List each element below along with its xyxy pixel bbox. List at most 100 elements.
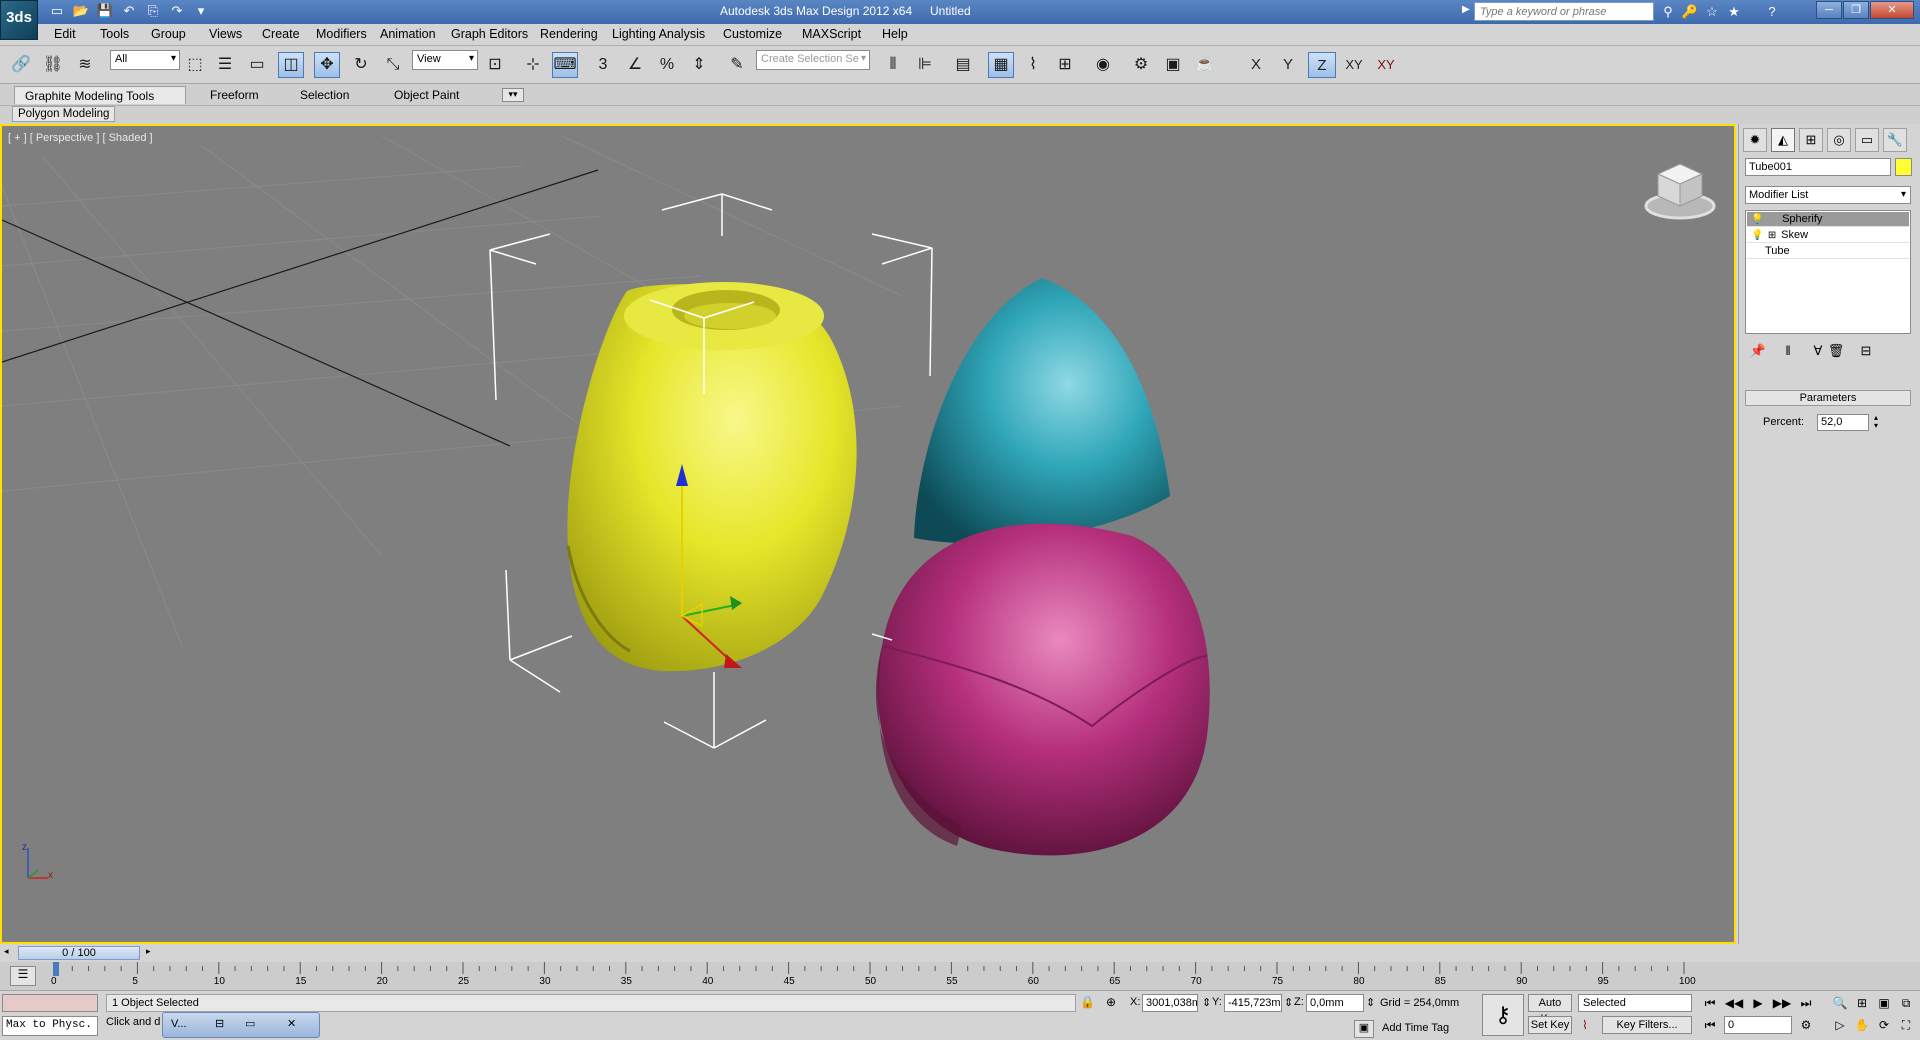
field-of-view-icon[interactable]: ▷ (1830, 1016, 1850, 1034)
window-crossing-icon[interactable]: ◫ (278, 52, 304, 78)
restrict-xy-cycle-button[interactable]: XY (1372, 52, 1400, 78)
maximize-icon[interactable]: ▭ (245, 1017, 255, 1030)
spinner-snap-icon[interactable]: ⇕ (686, 52, 712, 78)
select-object-icon[interactable]: ⬚ (182, 52, 208, 78)
menu-tools[interactable]: Tools (100, 27, 129, 41)
subscription-icon[interactable]: 🔑 (1680, 2, 1700, 22)
zoom-all-icon[interactable]: ⊞ (1852, 994, 1872, 1012)
spinner-x-icon[interactable]: ⇕ (1202, 996, 1211, 1009)
menu-lighting-analysis[interactable]: Lighting Analysis (612, 27, 705, 41)
tab-selection[interactable]: Selection (290, 86, 359, 104)
render-setup-icon[interactable]: ⚙ (1128, 52, 1154, 78)
go-to-end-icon[interactable]: ⏭ (1796, 994, 1816, 1012)
time-configuration-icon[interactable]: ⚙ (1796, 1016, 1816, 1034)
object-color-swatch[interactable] (1895, 158, 1912, 176)
pivot-center-icon[interactable]: ⊡ (482, 52, 508, 78)
pan-view-icon[interactable]: ✋ (1852, 1016, 1872, 1034)
tab-object-paint[interactable]: Object Paint (384, 86, 469, 104)
key-mode-toggle-icon[interactable]: ⏮ (1700, 1016, 1720, 1034)
maxscript-output[interactable]: Max to Physc. (2, 1016, 98, 1036)
select-and-rotate-icon[interactable]: ↻ (348, 52, 374, 78)
search-expand-icon[interactable]: ▶ (1462, 4, 1470, 15)
zoom-extents-icon[interactable]: ▣ (1874, 994, 1894, 1012)
binoculars-icon[interactable]: ⚲ (1658, 2, 1678, 22)
pin-stack-icon[interactable]: 📌 (1747, 340, 1769, 362)
curve-editor-icon[interactable]: ⌇ (1020, 52, 1046, 78)
percent-spinner[interactable]: ▴ ▾ (1871, 414, 1881, 431)
reference-coordinate-dropdown[interactable]: View (412, 50, 478, 70)
percent-input[interactable]: 52,0 (1817, 414, 1869, 431)
set-key-button[interactable]: Set Key (1528, 1016, 1572, 1034)
help-icon[interactable]: ? (1762, 2, 1782, 22)
select-and-scale-icon[interactable]: ⤡ (380, 52, 406, 78)
next-frame-icon[interactable]: ▶▶ (1772, 994, 1792, 1012)
previous-frame-icon[interactable]: ◀◀ (1724, 994, 1744, 1012)
select-manipulate-icon[interactable]: ⊹ (520, 52, 546, 78)
modify-panel-icon[interactable]: ◭ (1771, 128, 1795, 152)
menu-customize[interactable]: Customize (723, 27, 782, 41)
current-frame-field[interactable]: 0 (1724, 1016, 1792, 1034)
tab-freeform[interactable]: Freeform (200, 86, 269, 104)
motion-panel-icon[interactable]: ◎ (1827, 128, 1851, 152)
create-panel-icon[interactable]: ✹ (1743, 128, 1767, 152)
ribbon-options-icon[interactable]: ▾▾ (502, 88, 524, 102)
default-tangent-icon[interactable]: ⌇ (1582, 1018, 1588, 1032)
minimize-button[interactable]: ─ (1816, 1, 1842, 19)
named-selection-sets-dropdown[interactable]: Create Selection Se (756, 50, 870, 70)
restrict-x-button[interactable]: X (1242, 52, 1270, 78)
rectangular-selection-icon[interactable]: ▭ (244, 52, 270, 78)
polygon-modeling-panel[interactable]: Polygon Modeling (12, 106, 116, 122)
snaps-toggle-icon[interactable]: 3 (590, 52, 616, 78)
material-editor-icon[interactable]: ◉ (1090, 52, 1116, 78)
layer-manager-icon[interactable]: ▤ (950, 52, 976, 78)
hold-icon[interactable]: ⎘ (144, 2, 162, 20)
undo-icon[interactable]: ↶ (120, 2, 138, 20)
lightbulb-icon[interactable]: 💡 (1751, 230, 1763, 241)
y-coordinate-field[interactable]: -415,723m (1224, 994, 1282, 1012)
unlink-icon[interactable]: ⛓ (40, 52, 66, 78)
menu-views[interactable]: Views (209, 27, 242, 41)
edit-named-selection-icon[interactable]: ✎ (724, 52, 750, 78)
schematic-view-icon[interactable]: ⊞ (1052, 52, 1078, 78)
time-next-icon[interactable]: ▸ (146, 946, 151, 957)
viewport-label-menu[interactable]: [ + ] [ Perspective ] [ Shaded ] (8, 132, 153, 144)
render-production-icon[interactable]: ☕ (1192, 52, 1218, 78)
stack-item-skew[interactable]: 💡 ⊞ Skew (1747, 228, 1909, 243)
current-frame-marker[interactable] (53, 962, 59, 976)
play-icon[interactable]: ▶ (1748, 994, 1768, 1012)
restore-icon[interactable]: ⊟ (215, 1017, 224, 1030)
x-coordinate-field[interactable]: 3001,038m (1142, 994, 1198, 1012)
object-name-field[interactable]: Tube001 (1745, 158, 1891, 176)
angle-snap-icon[interactable]: ∠ (622, 52, 648, 78)
mirror-icon[interactable]: ⫴ (880, 52, 906, 78)
graphite-toggle-icon[interactable]: ▦ (988, 52, 1014, 78)
maximize-button[interactable]: ❐ (1843, 1, 1869, 19)
set-key-icon[interactable]: ⚷ (1482, 994, 1524, 1036)
time-slider[interactable]: 0 / 100 (18, 946, 140, 960)
align-icon[interactable]: ⊫ (912, 52, 938, 78)
configure-modifier-sets-icon[interactable]: ⊟ (1855, 340, 1877, 362)
close-button[interactable]: ✕ (1870, 1, 1914, 19)
select-by-name-icon[interactable]: ☰ (212, 52, 238, 78)
tab-graphite-modeling-tools[interactable]: Graphite Modeling Tools (14, 86, 186, 104)
show-end-result-icon[interactable]: ‖ (1777, 340, 1799, 362)
lightbulb-icon[interactable]: 💡 (1751, 214, 1763, 225)
restrict-z-button[interactable]: Z (1308, 52, 1336, 78)
restrict-xy-button[interactable]: XY (1340, 52, 1368, 78)
menu-create[interactable]: Create (262, 27, 300, 41)
menu-modifiers[interactable]: Modifiers (316, 27, 367, 41)
favorites-icon[interactable]: ★ (1724, 2, 1744, 22)
rendered-frame-window-icon[interactable]: ▣ (1160, 52, 1186, 78)
communication-center-icon[interactable]: ☆ (1702, 2, 1722, 22)
maxscript-listener-mini[interactable] (2, 994, 98, 1012)
menu-animation[interactable]: Animation (380, 27, 436, 41)
remove-modifier-icon[interactable]: 🗑 (1825, 340, 1847, 362)
time-prev-icon[interactable]: ◂ (4, 946, 9, 957)
key-filters-button[interactable]: Key Filters... (1602, 1016, 1692, 1034)
spinner-y-icon[interactable]: ⇕ (1284, 996, 1293, 1009)
menu-graph-editors[interactable]: Graph Editors (451, 27, 528, 41)
select-and-link-icon[interactable]: 🔗 (8, 52, 34, 78)
stack-item-spherify[interactable]: 💡 Spherify (1747, 212, 1909, 227)
keyboard-shortcut-override-icon[interactable]: ⌨ (552, 52, 578, 78)
maximize-viewport-icon[interactable]: ⛶ (1896, 1016, 1916, 1034)
